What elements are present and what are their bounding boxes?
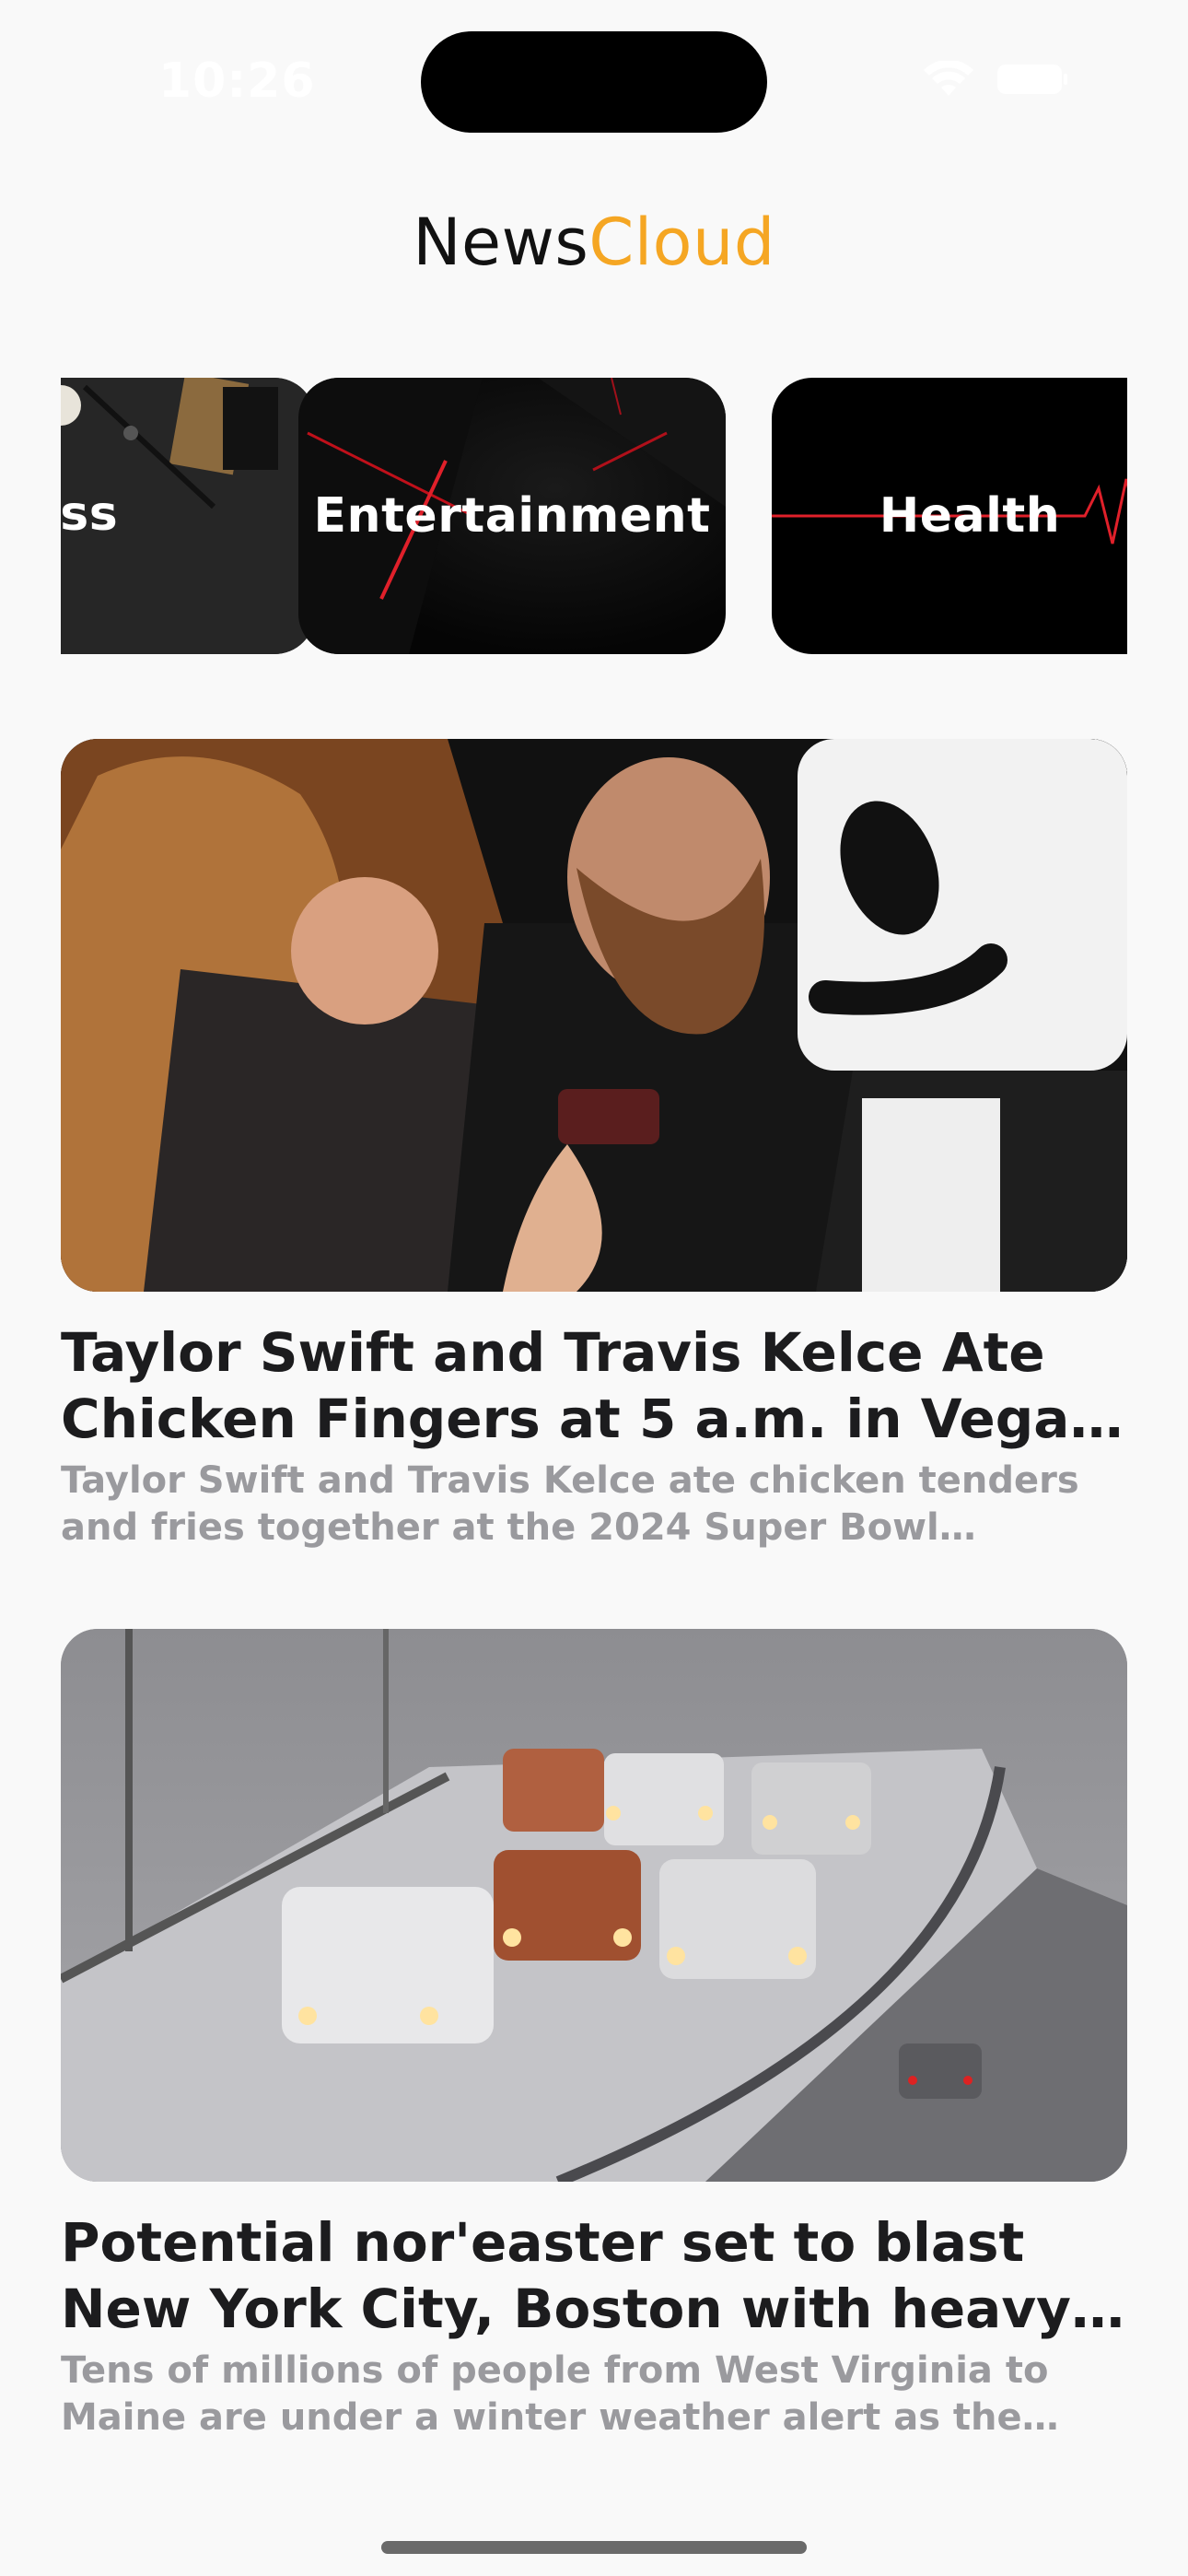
dynamic-island [421,31,767,133]
news-screen: 10:26 NewsCloud ss Entertainment Health … [0,0,1188,2576]
wifi-icon [923,61,974,98]
article-summary: Taylor Swift and Travis Kelce ate chicke… [61,1459,1079,1549]
status-icons [923,61,1068,98]
article-title[interactable]: Taylor Swift and Travis Kelce Ate Chicke… [61,1319,1127,1452]
article-summary: Tens of millions of people from West Vir… [61,2349,1049,2439]
category-carousel[interactable]: ness Entertainment Health [61,378,1127,654]
article-title[interactable]: Potential nor'easter set to blast New Yo… [61,2209,1127,2342]
party-photo [61,739,1127,1292]
home-indicator[interactable] [381,2541,807,2554]
category-business[interactable]: ness [61,378,315,654]
article-card[interactable]: Taylor Swift and Travis Kelce Ate Chicke… [61,739,1127,1551]
status-time: 10:26 [158,53,316,109]
category-entertainment[interactable]: Entertainment [298,378,726,654]
battery-icon [996,64,1068,95]
category-label-business: ness [61,486,119,542]
app-title-news: News [413,205,589,280]
category-label-entertainment: Entertainment [313,488,711,544]
article-image[interactable] [61,1629,1127,2182]
article-image[interactable] [61,739,1127,1292]
app-title-cloud: Cloud [588,205,775,280]
app-title: NewsCloud [0,205,1188,280]
snowy-highway-photo [61,1629,1127,2182]
category-health[interactable]: Health [772,378,1127,654]
article-card[interactable]: Potential nor'easter set to blast New Yo… [61,1629,1127,2441]
category-label-health: Health [879,488,1061,544]
